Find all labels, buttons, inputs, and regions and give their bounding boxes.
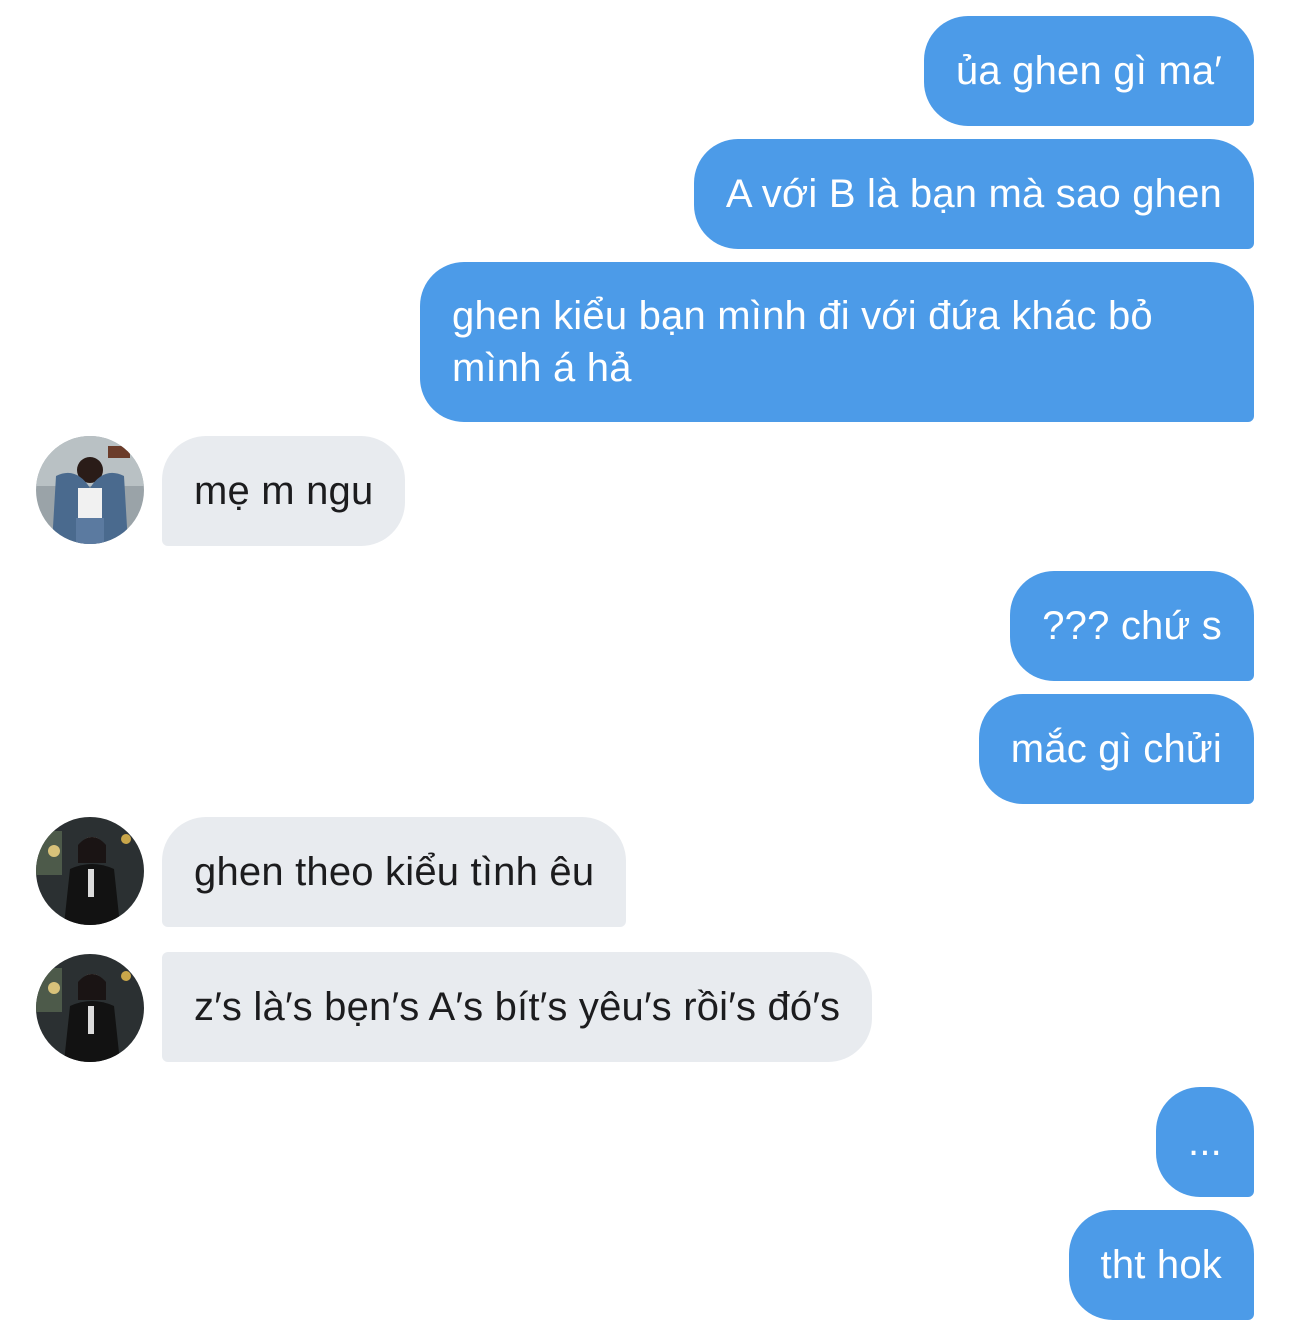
message-line: mình á hả bbox=[452, 346, 632, 390]
incoming-message[interactable]: z′s là′s bẹn′s A′s bít′s yêu′s rồi′s đó′… bbox=[162, 952, 873, 1062]
contact-avatar-photo bbox=[36, 436, 144, 544]
outgoing-message[interactable]: ??? chứ s bbox=[1010, 571, 1254, 681]
contact-avatar[interactable] bbox=[36, 817, 144, 925]
outgoing-message[interactable]: ủa ghen gì ma′ bbox=[923, 16, 1254, 126]
outgoing-message[interactable]: ghen kiểu bạn mình đi với đứa khác bỏ mì… bbox=[420, 262, 1254, 422]
contact-avatar-photo bbox=[36, 954, 144, 1062]
outgoing-message[interactable]: ... bbox=[1156, 1087, 1254, 1197]
contact-avatar[interactable] bbox=[36, 954, 144, 1062]
outgoing-message[interactable]: A với B là bạn mà sao ghen bbox=[693, 139, 1254, 249]
chat-thread: ủa ghen gì ma′ A với B là bạn mà sao ghe… bbox=[0, 0, 1290, 1326]
outgoing-message[interactable]: tht hok bbox=[1068, 1210, 1254, 1320]
contact-avatar-photo bbox=[36, 817, 144, 925]
incoming-message[interactable]: ghen theo kiểu tình êu bbox=[162, 817, 627, 927]
incoming-message[interactable]: mẹ m ngu bbox=[162, 436, 406, 546]
contact-avatar[interactable] bbox=[36, 436, 144, 544]
outgoing-message[interactable]: mắc gì chửi bbox=[978, 694, 1254, 804]
message-line: ghen kiểu bạn mình đi với đứa khác bỏ bbox=[452, 294, 1153, 338]
